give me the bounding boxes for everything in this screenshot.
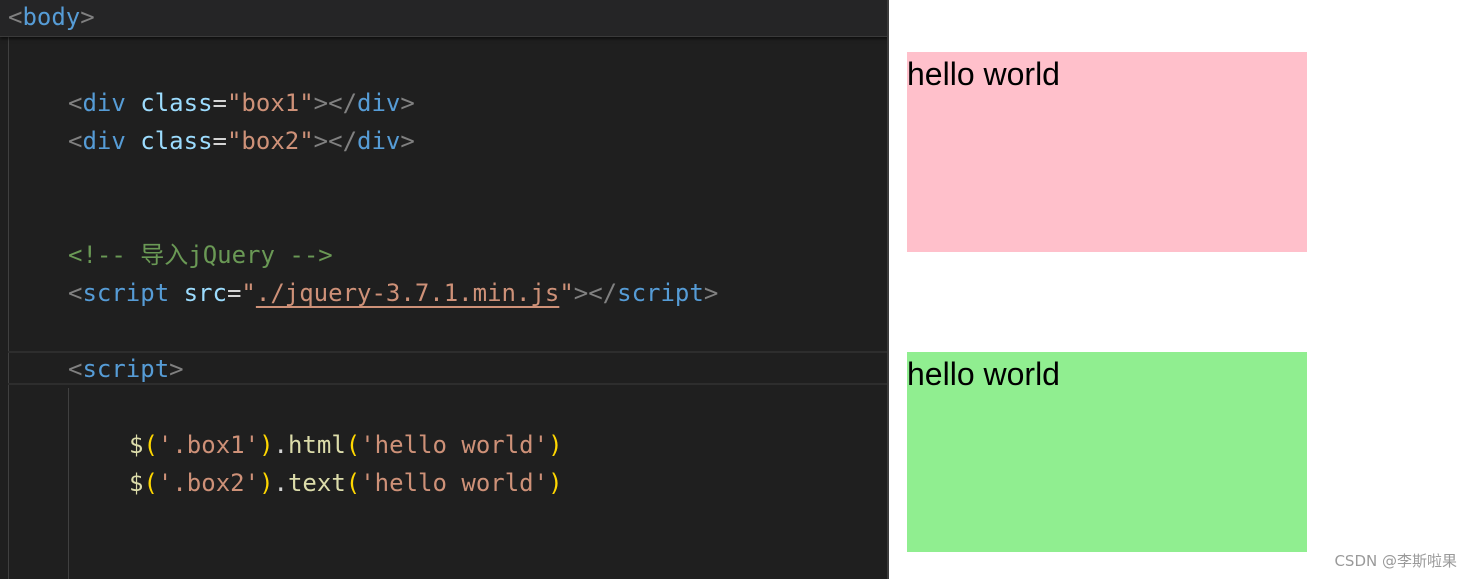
browser-preview: hello world hello world CSDN @李斯啦果 xyxy=(891,0,1471,579)
code-line-div-box1[interactable]: <div class="box1"></div> xyxy=(68,84,415,122)
code-line-html-call[interactable]: $('.box1').html('hello world') xyxy=(129,426,563,464)
code-editor[interactable]: <body> <div class="box1"></div> <div cla… xyxy=(0,0,889,579)
indent-guide xyxy=(68,388,69,579)
box1-text: hello world xyxy=(907,56,1060,92)
watermark: CSDN @李斯啦果 xyxy=(1334,552,1457,570)
jquery-src-link[interactable]: ./jquery-3.7.1.min.js xyxy=(256,279,559,307)
code-line-script-open[interactable]: <script> xyxy=(68,350,184,388)
code-line-script-src[interactable]: <script src="./jquery-3.7.1.min.js"></sc… xyxy=(68,274,718,312)
code-line-text-call[interactable]: $('.box2').text('hello world') xyxy=(129,464,563,502)
box1: hello world xyxy=(907,52,1307,252)
box2-text: hello world xyxy=(907,356,1060,392)
sticky-scroll-header[interactable]: <body> xyxy=(0,0,887,37)
code-line-div-box2[interactable]: <div class="box2"></div> xyxy=(68,122,415,160)
code-line-comment[interactable]: <!-- 导入jQuery --> xyxy=(68,236,333,274)
indent-guide xyxy=(8,36,9,579)
box2: hello world xyxy=(907,352,1307,552)
sticky-body-tag: <body> xyxy=(8,3,95,31)
